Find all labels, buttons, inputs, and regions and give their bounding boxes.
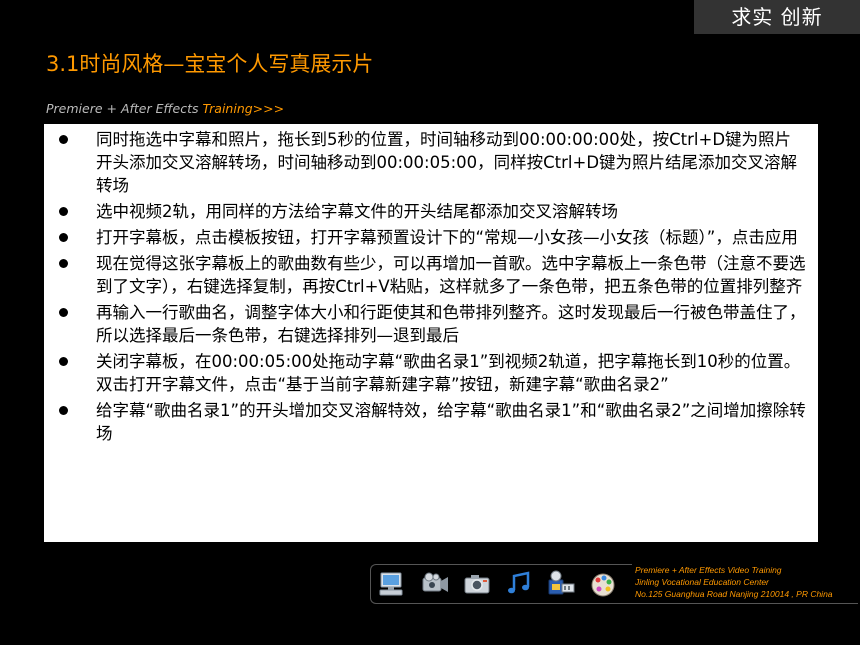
film-reel-icon[interactable]: [546, 570, 576, 598]
subtitle-prefix: Premiere + After Effects: [46, 101, 203, 116]
list-item: 给字幕“歌曲名录1”的开头增加交叉溶解特效，给字幕“歌曲名录1”和“歌曲名录2”…: [56, 399, 806, 445]
footer-credits: Premiere + After Effects Video Training …: [635, 564, 833, 600]
bullet-icon: [59, 135, 68, 144]
footer-divider: [632, 603, 858, 604]
list-item: 现在觉得这张字幕板上的歌曲数有些少，可以再增加一首歌。选中字幕板上一条色带（注意…: [56, 252, 806, 298]
bullet-icon: [59, 233, 68, 242]
footer-line: Jinling Vocational Education Center: [635, 577, 769, 587]
subtitle-suffix: Training>>>: [202, 101, 285, 116]
media-icon-bar: [370, 564, 632, 604]
list-item-text: 同时拖选中字幕和照片，拖长到5秒的位置，时间轴移动到00:00:00:00处，按…: [96, 130, 798, 195]
bullet-icon: [59, 406, 68, 415]
brand-label: 求实 创新: [694, 0, 860, 34]
video-camera-icon[interactable]: [420, 570, 450, 598]
bullet-icon: [59, 308, 68, 317]
list-item: 同时拖选中字幕和照片，拖长到5秒的位置，时间轴移动到00:00:00:00处，按…: [56, 128, 806, 197]
photo-camera-icon[interactable]: [462, 570, 492, 598]
list-item-text: 选中视频2轨，用同样的方法给字幕文件的开头结尾都添加交叉溶解转场: [96, 202, 618, 221]
list-item-text: 给字幕“歌曲名录1”的开头增加交叉溶解特效，给字幕“歌曲名录1”和“歌曲名录2”…: [96, 401, 806, 443]
training-subtitle: Premiere + After Effects Training>>>: [46, 101, 284, 116]
bullet-icon: [59, 207, 68, 216]
list-item-text: 打开字幕板，点击模板按钮，打开字幕预置设计下的“常规—小女孩—小女孩（标题）”，…: [96, 228, 798, 247]
footer-line: No.125 Guanghua Road Nanjing 210014 , PR…: [635, 589, 833, 599]
list-item-text: 关闭字幕板，在00:00:05:00处拖动字幕“歌曲名录1”到视频2轨道，把字幕…: [96, 352, 801, 394]
list-item: 再输入一行歌曲名，调整字体大小和行距使其和色带排列整齐。这时发现最后一行被色带盖…: [56, 301, 806, 347]
computer-icon[interactable]: [376, 570, 406, 598]
content-panel: 同时拖选中字幕和照片，拖长到5秒的位置，时间轴移动到00:00:00:00处，按…: [44, 124, 818, 542]
music-note-icon[interactable]: [504, 570, 534, 598]
bullet-icon: [59, 259, 68, 268]
list-item-text: 再输入一行歌曲名，调整字体大小和行距使其和色带排列整齐。这时发现最后一行被色带盖…: [96, 303, 806, 345]
footer-line: Premiere + After Effects Video Training: [635, 565, 782, 575]
instruction-list: 同时拖选中字幕和照片，拖长到5秒的位置，时间轴移动到00:00:00:00处，按…: [56, 128, 806, 445]
list-item: 关闭字幕板，在00:00:05:00处拖动字幕“歌曲名录1”到视频2轨道，把字幕…: [56, 350, 806, 396]
list-item-text: 现在觉得这张字幕板上的歌曲数有些少，可以再增加一首歌。选中字幕板上一条色带（注意…: [96, 254, 806, 296]
list-item: 打开字幕板，点击模板按钮，打开字幕预置设计下的“常规—小女孩—小女孩（标题）”，…: [56, 226, 806, 249]
slide-title: 3.1时尚风格—宝宝个人写真展示片: [46, 52, 374, 76]
bullet-icon: [59, 357, 68, 366]
paint-palette-icon[interactable]: [588, 570, 618, 598]
list-item: 选中视频2轨，用同样的方法给字幕文件的开头结尾都添加交叉溶解转场: [56, 200, 806, 223]
